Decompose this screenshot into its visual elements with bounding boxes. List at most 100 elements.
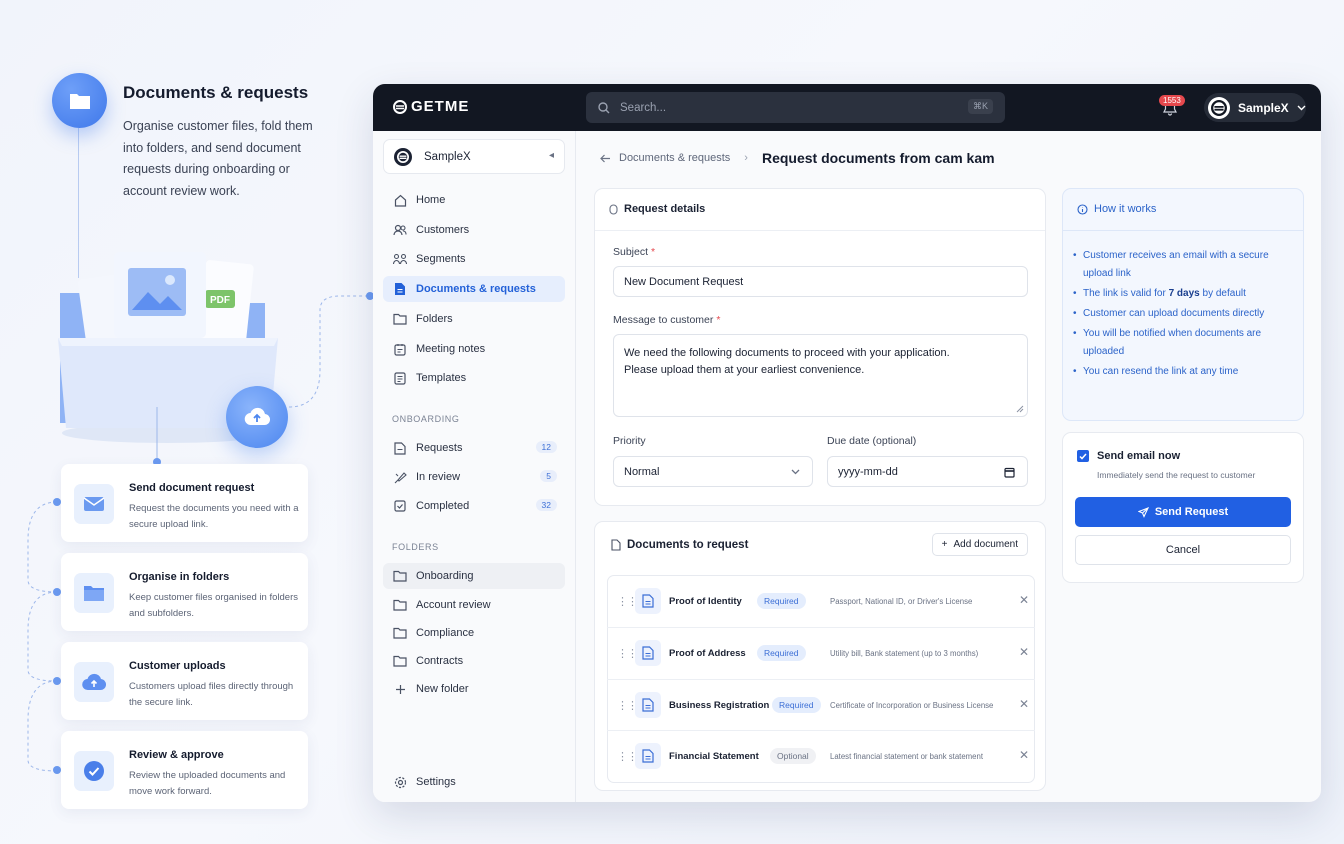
sidebar-item-label: Documents & requests — [416, 283, 536, 295]
drag-handle-icon[interactable]: ⋮⋮ — [617, 595, 638, 608]
resize-handle-icon[interactable] — [1016, 405, 1024, 413]
folder-label: Contracts — [416, 655, 464, 667]
step-title: Send document request — [129, 482, 255, 494]
message-textarea[interactable]: We need the following documents to proce… — [613, 334, 1028, 417]
promo-title: Documents & requests — [123, 83, 309, 102]
breadcrumb-parent[interactable]: Documents & requests — [619, 152, 730, 164]
sidebar-item-meeting-notes[interactable]: Meeting notes — [383, 336, 565, 362]
sidebar-item-label: Settings — [416, 776, 456, 788]
sidebar-item-label: Requests — [416, 442, 463, 454]
send-email-description: Immediately send the request to customer — [1097, 470, 1256, 480]
remove-icon[interactable]: ✕ — [1019, 697, 1029, 711]
document-row: ⋮⋮ Financial Statement Optional Latest f… — [607, 730, 1035, 782]
due-date-label: Due date (optional) — [827, 435, 917, 447]
drag-handle-icon[interactable]: ⋮⋮ — [617, 750, 638, 763]
drag-handle-icon[interactable]: ⋮⋮ — [617, 699, 638, 712]
required-badge: Required — [772, 697, 821, 713]
drag-handle-icon[interactable]: ⋮⋮ — [617, 647, 638, 660]
send-request-label: Send Request — [1154, 506, 1229, 518]
page-title: Request documents from cam kam — [761, 150, 995, 166]
check-circle-icon — [74, 751, 114, 791]
sidebar-item-documents[interactable]: Documents & requests — [383, 276, 565, 302]
connector-dot — [53, 498, 61, 506]
users-icon — [393, 223, 407, 237]
remove-icon[interactable]: ✕ — [1019, 645, 1029, 659]
panel-header: Request details — [609, 203, 705, 215]
sidebar-item-settings[interactable]: Settings — [383, 769, 565, 795]
arrow-left-icon[interactable] — [600, 154, 611, 163]
sidebar-item-home[interactable]: Home — [383, 187, 565, 213]
review-icon — [393, 470, 407, 484]
due-date-input[interactable]: yyyy-mm-dd — [827, 456, 1028, 487]
file-icon — [635, 640, 661, 666]
panel-header: Documents to request — [611, 539, 748, 551]
optional-badge: Optional — [770, 748, 816, 764]
template-icon — [393, 371, 407, 385]
documents-panel: Documents to request + Add document ⋮⋮ P… — [594, 521, 1046, 791]
workspace-switcher[interactable]: SampleX ◂ — [383, 139, 565, 174]
account-name: SampleX — [1238, 100, 1289, 115]
search-bar[interactable]: ⌘K — [586, 92, 1005, 123]
required-badge: Required — [757, 593, 806, 609]
message-label: Message to customer * — [613, 314, 721, 326]
sidebar-item-label: Segments — [416, 253, 466, 265]
search-input[interactable] — [620, 101, 950, 114]
new-folder-button[interactable]: New folder — [383, 676, 565, 702]
send-email-label: Send email now — [1097, 450, 1181, 462]
folder-item-onboarding[interactable]: Onboarding — [383, 563, 565, 589]
sidebar-item-completed[interactable]: Completed 32 — [383, 493, 565, 519]
account-menu[interactable]: SampleX — [1204, 93, 1306, 122]
priority-select[interactable]: Normal — [613, 456, 813, 487]
step-card-review: Review & approve Review the uploaded doc… — [61, 731, 308, 809]
document-description: Latest financial statement or bank state… — [830, 752, 983, 761]
send-email-checkbox[interactable] — [1077, 450, 1089, 462]
chevron-down-icon — [791, 469, 800, 475]
notification-count: 1553 — [1159, 95, 1185, 106]
message-line: Please upload them at your earliest conv… — [624, 364, 865, 376]
folder-label: Account review — [416, 599, 491, 611]
send-request-button[interactable]: Send Request — [1075, 497, 1291, 527]
step-card-send-request: Send document request Request the docume… — [61, 464, 308, 542]
priority-value: Normal — [624, 465, 660, 478]
required-mark: * — [716, 314, 721, 326]
chevron-down-icon — [1297, 105, 1306, 110]
sidebar-item-templates[interactable]: Templates — [383, 365, 565, 391]
sidebar-item-segments[interactable]: Segments — [383, 246, 565, 272]
remove-icon[interactable]: ✕ — [1019, 748, 1029, 762]
remove-icon[interactable]: ✕ — [1019, 593, 1029, 607]
step-desc: Customers upload files directly through … — [129, 681, 294, 708]
app-logo[interactable]: GETME — [393, 98, 469, 115]
subject-input[interactable]: New Document Request — [613, 266, 1028, 297]
document-row: ⋮⋮ Business Registration Required Certif… — [607, 679, 1035, 731]
send-icon — [1137, 506, 1149, 518]
section-title-onboarding: ONBOARDING — [392, 414, 460, 424]
folder-icon — [393, 569, 407, 583]
document-description: Utility bill, Bank statement (up to 3 mo… — [830, 649, 979, 658]
panel-title: Documents to request — [627, 539, 749, 551]
sidebar-item-customers[interactable]: Customers — [383, 217, 565, 243]
document-icon — [393, 282, 407, 296]
plus-icon: + — [941, 539, 948, 550]
folder-item-account-review[interactable]: Account review — [383, 592, 565, 618]
sidebar-item-in-review[interactable]: In review 5 — [383, 464, 565, 490]
folder-item-contracts[interactable]: Contracts — [383, 648, 565, 674]
list-item: You can resend the link at any time — [1073, 363, 1288, 381]
search-icon — [598, 101, 610, 113]
cancel-button[interactable]: Cancel — [1075, 535, 1291, 565]
step-card-uploads: Customer uploads Customers upload files … — [61, 642, 308, 720]
folder-icon — [52, 73, 107, 128]
logo-text: GETME — [411, 98, 470, 115]
priority-label: Priority — [613, 435, 646, 447]
step-card-organise: Organise in folders Keep customer files … — [61, 553, 308, 631]
segments-icon — [393, 252, 407, 266]
step-title: Review & approve — [129, 749, 224, 761]
folder-item-compliance[interactable]: Compliance — [383, 620, 565, 646]
connector-dot — [53, 588, 61, 596]
sidebar-item-folders[interactable]: Folders — [383, 306, 565, 332]
workspace-logo-icon — [394, 147, 412, 166]
add-document-button[interactable]: + Add document — [931, 533, 1028, 556]
sidebar-item-requests[interactable]: Requests 12 — [383, 435, 565, 461]
calendar-icon[interactable] — [1004, 467, 1015, 478]
sidebar-item-label: Completed — [416, 500, 470, 512]
collapse-icon[interactable]: ◂ — [549, 150, 554, 161]
